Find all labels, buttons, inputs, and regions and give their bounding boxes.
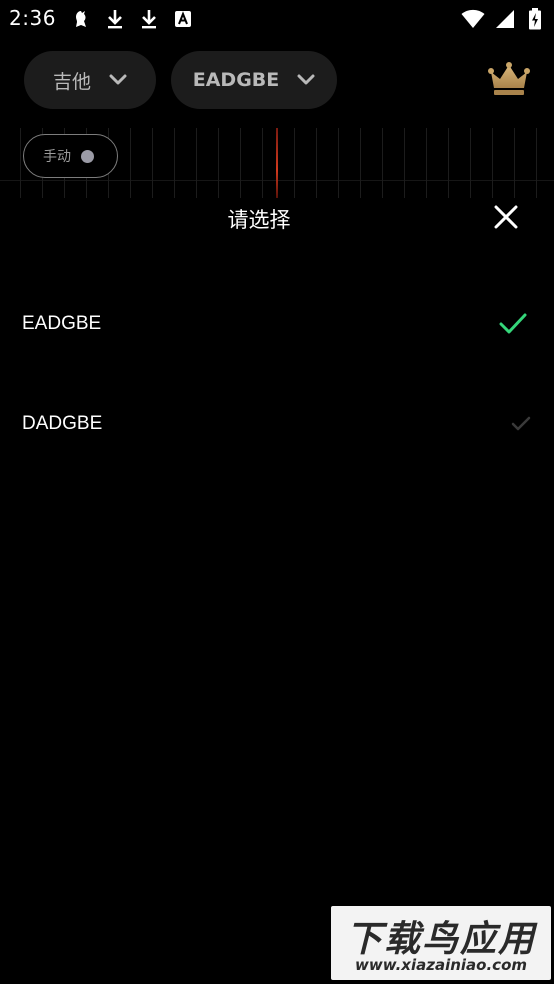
- status-bar: 2:36: [0, 0, 554, 38]
- chevron-down-icon: [109, 74, 127, 85]
- watermark-title: 下载鸟应用: [345, 919, 536, 960]
- check-icon: [511, 416, 531, 431]
- font-app-icon: [172, 8, 194, 30]
- battery-charging-icon: [524, 8, 546, 30]
- watermark: 下载鸟应用 www.xiazainiao.com: [331, 906, 551, 980]
- chevron-down-icon: [297, 74, 315, 85]
- tuning-option-dadgbe[interactable]: DADGBE: [0, 374, 554, 474]
- option-label: EADGBE: [22, 313, 102, 334]
- download-icon: [104, 8, 126, 30]
- mode-label: 手动: [43, 149, 71, 165]
- manual-mode-toggle[interactable]: 手动: [23, 134, 118, 178]
- wifi-icon: [460, 8, 486, 30]
- status-notification-icons: [70, 8, 194, 30]
- close-button[interactable]: [491, 202, 521, 232]
- check-icon: [499, 313, 527, 334]
- watermark-url: www.xiazainiao.com: [354, 956, 528, 974]
- close-icon: [494, 205, 518, 229]
- toggle-knob: [81, 149, 94, 163]
- tuning-label: EADGBE: [192, 69, 280, 91]
- instrument-label: 吉他: [52, 70, 91, 93]
- sheet-title: 请选择: [227, 208, 291, 232]
- premium-crown-button[interactable]: [487, 62, 531, 98]
- status-system-icons: [460, 8, 546, 30]
- notification-app-icon: [70, 8, 92, 30]
- tuning-selection-sheet: 请选择 EADGBE DADGBE: [0, 198, 554, 984]
- crown-icon: [488, 62, 530, 95]
- tuner-needle: [276, 128, 278, 198]
- tuning-selector[interactable]: EADGBE: [171, 51, 337, 109]
- tuning-option-eadgbe[interactable]: EADGBE: [0, 274, 554, 374]
- download-icon: [138, 8, 160, 30]
- status-time: 2:36: [9, 6, 56, 30]
- option-label: DADGBE: [22, 413, 103, 434]
- instrument-selector[interactable]: 吉他: [24, 51, 156, 109]
- cellular-signal-icon: [494, 8, 516, 30]
